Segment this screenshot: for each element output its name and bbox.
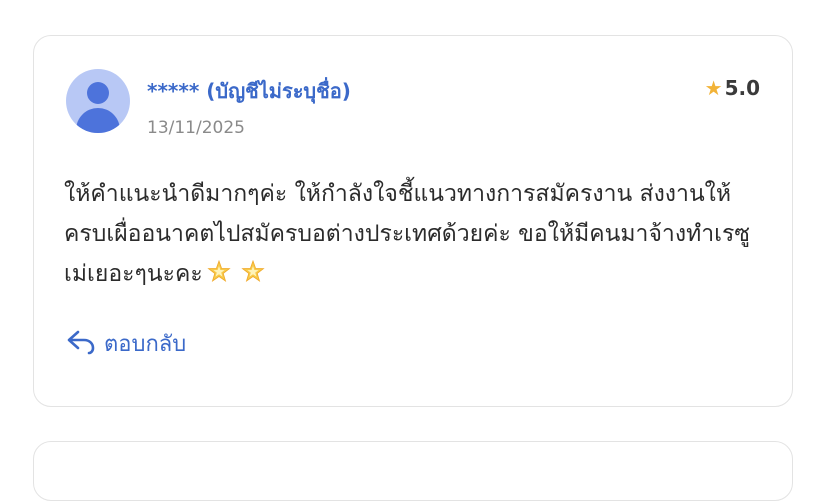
reviewer-name: ***** (บัญชีไม่ระบุชื่อ) [147, 79, 351, 103]
review-text-container: ให้คำแนะนำดีมากๆค่ะ ให้กำลังใจชี้แนวทางก… [64, 174, 764, 294]
avatar-head [87, 82, 109, 104]
reply-label: ตอบกลับ [104, 332, 187, 357]
glowing-star-icon [241, 257, 265, 282]
avatar [66, 69, 130, 133]
rating-value: 5.0 [724, 76, 760, 100]
next-review-card [33, 441, 793, 501]
review-text: ให้คำแนะนำดีมากๆค่ะ ให้กำลังใจชี้แนวทางก… [64, 181, 750, 287]
avatar-body [76, 108, 120, 133]
star-icon: ★ [704, 76, 723, 100]
rating: ★ 5.0 [705, 76, 760, 100]
review-date: 13/11/2025 [147, 118, 245, 138]
reply-icon [66, 329, 96, 359]
reply-button[interactable]: ตอบกลับ [66, 326, 186, 361]
glowing-star-icon [207, 257, 231, 282]
review-card: ***** (บัญชีไม่ระบุชื่อ) 13/11/2025 ★ 5.… [33, 35, 793, 407]
